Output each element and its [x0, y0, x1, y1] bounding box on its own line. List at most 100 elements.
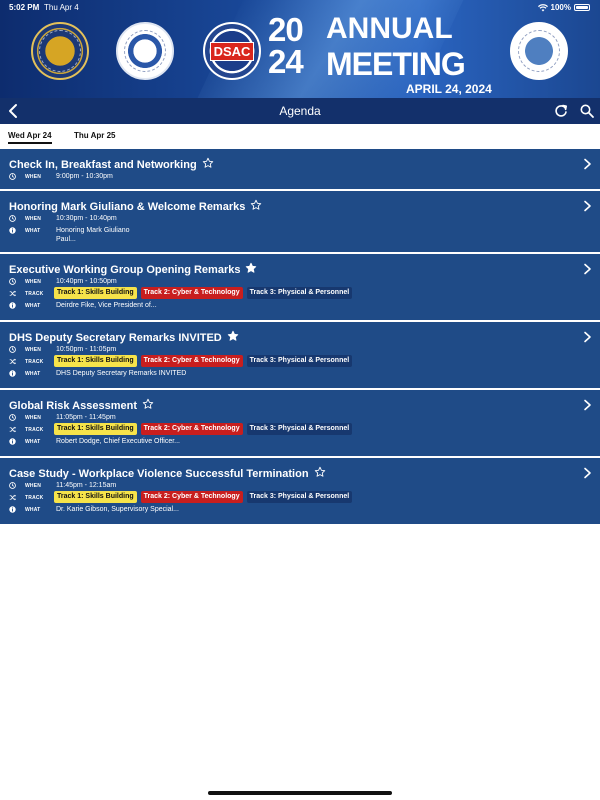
star-icon[interactable] [142, 398, 154, 410]
session-row[interactable]: DHS Deputy Secretary Remarks INVITED WHEN… [0, 322, 600, 390]
track-2-badge[interactable]: Track 2: Cyber & Technology [140, 355, 243, 367]
star-icon[interactable] [245, 262, 257, 274]
track-badges: Track 1: Skills Building Track 2: Cyber &… [54, 355, 353, 367]
clock-icon [9, 173, 16, 180]
session-what-row: WHAT Robert Dodge, Chief Executive Office… [9, 436, 180, 447]
track-label: TRACK [25, 494, 44, 501]
session-what-row: WHAT DHS Deputy Secretary Remarks INVITED [9, 368, 186, 379]
wifi-icon [537, 3, 548, 11]
session-title: Global Risk Assessment [9, 398, 154, 412]
status-date: Thu Apr 4 [44, 3, 79, 12]
shuffle-icon [9, 290, 16, 297]
dsac-seal-logo: DSAC [203, 22, 261, 80]
session-description: Honoring Mark Giuliano [56, 227, 130, 234]
when-label: WHEN [25, 215, 42, 222]
star-icon[interactable] [314, 466, 326, 478]
track-label: TRACK [25, 358, 44, 365]
chevron-right-icon[interactable] [583, 331, 592, 343]
session-title: Executive Working Group Opening Remarks [9, 262, 257, 276]
star-icon[interactable] [227, 330, 239, 342]
session-description: Robert Dodge, Chief Executive Officer... [56, 438, 180, 445]
session-track-row: TRACK [9, 492, 43, 503]
session-description-line2: Paul... [56, 236, 76, 243]
day-tabs: Wed Apr 24 Thu Apr 25 [0, 124, 600, 149]
chevron-right-icon[interactable] [583, 158, 592, 170]
session-row[interactable]: Case Study - Workplace Violence Successf… [0, 458, 600, 526]
what-label: WHAT [25, 302, 41, 309]
star-icon[interactable] [250, 199, 262, 211]
event-title-line1: ANNUAL [326, 12, 453, 45]
track-badges: Track 1: Skills Building Track 2: Cyber &… [54, 423, 353, 435]
status-indicators: 100% [537, 3, 590, 12]
track-3-badge[interactable]: Track 3: Physical & Personnel [246, 287, 353, 299]
chevron-right-icon[interactable] [583, 263, 592, 275]
event-title-line2: MEETING [326, 46, 466, 82]
session-title: Honoring Mark Giuliano & Welcome Remarks [9, 199, 262, 213]
session-time: 10:50pm - 11:05pm [56, 346, 117, 353]
when-label: WHEN [25, 346, 42, 353]
session-time: 10:40pm - 10:50pm [56, 278, 117, 285]
track-2-badge[interactable]: Track 2: Cyber & Technology [140, 423, 243, 435]
chevron-right-icon[interactable] [583, 467, 592, 479]
session-row[interactable]: Honoring Mark Giuliano & Welcome Remarks… [0, 191, 600, 254]
info-icon [9, 506, 16, 513]
when-label: WHEN [25, 482, 42, 489]
dsac-label: DSAC [209, 41, 255, 61]
track-2-badge[interactable]: Track 2: Cyber & Technology [140, 491, 243, 503]
shuffle-icon [9, 426, 16, 433]
session-time: 9:00pm - 10:30pm [56, 173, 113, 180]
when-label: WHEN [25, 278, 42, 285]
session-track-row: TRACK [9, 356, 43, 367]
star-icon[interactable] [202, 157, 214, 169]
clock-icon [9, 414, 16, 421]
search-icon[interactable] [579, 103, 595, 119]
session-title: DHS Deputy Secretary Remarks INVITED [9, 330, 239, 344]
session-time: 10:30pm - 10:40pm [56, 215, 117, 222]
what-label: WHAT [25, 227, 41, 234]
track-3-badge[interactable]: Track 3: Physical & Personnel [246, 355, 353, 367]
refresh-icon[interactable] [553, 103, 569, 119]
track-badges: Track 1: Skills Building Track 2: Cyber &… [54, 287, 353, 299]
session-description: Dr. Karie Gibson, Supervisory Special... [56, 506, 179, 513]
session-when-row: WHEN 10:40pm - 10:50pm [9, 276, 117, 287]
battery-icon [574, 4, 590, 11]
shuffle-icon [9, 358, 16, 365]
what-label: WHAT [25, 506, 41, 513]
tab-wed-apr-24[interactable]: Wed Apr 24 [8, 131, 52, 144]
track-1-badge[interactable]: Track 1: Skills Building [54, 355, 137, 367]
security-foundation-seal-logo [510, 22, 568, 80]
nav-bar: Agenda [0, 98, 600, 124]
session-time: 11:05pm - 11:45pm [56, 414, 116, 421]
session-when-row: WHEN 10:50pm - 11:05pm [9, 344, 116, 355]
session-row[interactable]: Check In, Breakfast and Networking WHEN 9:… [0, 149, 600, 191]
session-what-row: WHAT Honoring Mark Giuliano [9, 225, 130, 236]
track-3-badge[interactable]: Track 3: Physical & Personnel [246, 423, 353, 435]
session-time: 11:45pm - 12:15am [56, 482, 117, 489]
track-2-badge[interactable]: Track 2: Cyber & Technology [140, 287, 243, 299]
event-date: APRIL 24, 2024 [406, 82, 492, 96]
track-1-badge[interactable]: Track 1: Skills Building [54, 423, 137, 435]
event-year: 20 24 [268, 11, 304, 80]
track-badges: Track 1: Skills Building Track 2: Cyber &… [54, 491, 353, 503]
shuffle-icon [9, 494, 16, 501]
track-1-badge[interactable]: Track 1: Skills Building [54, 491, 137, 503]
track-1-badge[interactable]: Track 1: Skills Building [54, 287, 137, 299]
session-when-row: WHEN 11:45pm - 12:15am [9, 480, 116, 491]
info-icon [9, 370, 16, 377]
session-row[interactable]: Executive Working Group Opening Remarks W… [0, 254, 600, 322]
session-track-row: TRACK [9, 288, 43, 299]
chevron-right-icon[interactable] [583, 399, 592, 411]
home-indicator[interactable] [208, 791, 392, 795]
session-row[interactable]: Global Risk Assessment WHEN 11:05pm - 11:4… [0, 390, 600, 458]
chevron-right-icon[interactable] [583, 200, 592, 212]
battery-percent: 100% [550, 3, 571, 12]
when-label: WHEN [25, 414, 42, 421]
track-3-badge[interactable]: Track 3: Physical & Personnel [246, 491, 353, 503]
what-label: WHAT [25, 370, 41, 377]
session-when-row: WHEN 9:00pm - 10:30pm [9, 171, 113, 182]
session-when-row: WHEN 10:30pm - 10:40pm [9, 213, 117, 224]
session-track-row: TRACK [9, 424, 43, 435]
session-title: Case Study - Workplace Violence Successf… [9, 466, 326, 480]
page-title: Agenda [279, 104, 321, 118]
tab-thu-apr-25[interactable]: Thu Apr 25 [74, 131, 115, 140]
